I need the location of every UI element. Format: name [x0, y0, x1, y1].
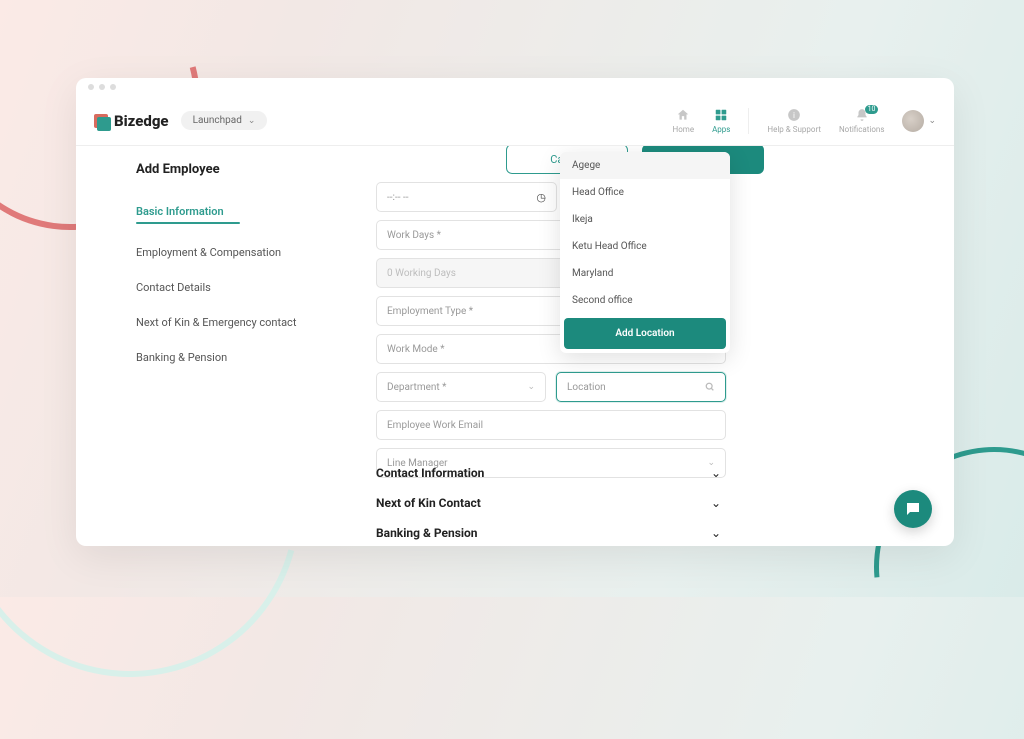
sidebar-item-label: Next of Kin & Emergency contact	[136, 316, 296, 329]
option-label: Ikeja	[572, 214, 593, 225]
field-value: --:-- --	[387, 192, 408, 203]
chevron-down-icon: ⌄	[711, 496, 721, 510]
nav-help[interactable]: i Help & Support	[767, 108, 821, 134]
search-icon	[705, 382, 715, 392]
sidebar-item-label: Banking & Pension	[136, 351, 227, 364]
section-title: Contact Information	[376, 466, 484, 480]
field-label: Employment Type *	[387, 306, 473, 317]
section-banking[interactable]: Banking & Pension ⌄	[376, 526, 741, 540]
field-label: Department *	[387, 382, 446, 393]
window-titlebar	[76, 78, 954, 96]
section-title: Banking & Pension	[376, 526, 478, 540]
content-area: Add Employee Basic Information Employmen…	[76, 146, 954, 546]
option-label: Agege	[572, 160, 600, 171]
field-label: Employee Work Email	[387, 420, 483, 431]
chevron-down-icon: ⌄	[711, 526, 721, 540]
nav-home[interactable]: Home	[673, 108, 695, 134]
nav-apps[interactable]: Apps	[712, 108, 730, 134]
sidebar-item-label: Contact Details	[136, 281, 211, 294]
nav-label: Apps	[712, 125, 730, 134]
sidebar-item-basic-info[interactable]: Basic Information	[136, 205, 360, 224]
sidebar-item-nok[interactable]: Next of Kin & Emergency contact	[136, 316, 360, 329]
profile-menu[interactable]: ⌄	[902, 110, 936, 132]
section-contact-info[interactable]: Contact Information ⌄	[376, 466, 741, 480]
field-label: Work Days *	[387, 230, 441, 241]
chevron-down-icon: ⌄	[928, 116, 936, 126]
option-label: Second office	[572, 295, 633, 306]
nav-label: Notifications	[839, 125, 884, 134]
launchpad-button[interactable]: Launchpad ⌄	[181, 111, 268, 130]
section-title: Next of Kin Contact	[376, 496, 481, 510]
brand-logo-icon	[94, 114, 108, 128]
sidebar-item-label: Employment & Compensation	[136, 246, 281, 259]
launchpad-label: Launchpad	[193, 115, 242, 126]
dropdown-option[interactable]: Maryland	[560, 260, 730, 287]
form-area: Cancel Save --:-- -- ◷ Work Days * 0 Wor…	[376, 146, 954, 546]
chevron-down-icon: ⌄	[527, 382, 535, 392]
location-dropdown: Agege Head Office Ikeja Ketu Head Office…	[560, 152, 730, 353]
work-email-field[interactable]: Employee Work Email	[376, 410, 726, 440]
nav-label: Help & Support	[767, 125, 821, 134]
window-dot	[110, 84, 116, 90]
dropdown-option[interactable]: Agege	[560, 152, 730, 179]
nav-label: Home	[673, 125, 695, 134]
apps-icon	[714, 108, 728, 122]
sidebar-item-employment[interactable]: Employment & Compensation	[136, 246, 360, 259]
field-value: 0 Working Days	[387, 268, 456, 279]
sidebar-item-contact[interactable]: Contact Details	[136, 281, 360, 294]
collapsible-sections: Contact Information ⌄ Next of Kin Contac…	[376, 460, 741, 540]
active-underline	[136, 222, 240, 224]
home-icon	[676, 108, 690, 122]
chat-fab[interactable]	[894, 490, 932, 528]
nav-separator	[748, 108, 749, 134]
option-label: Head Office	[572, 187, 624, 198]
location-field[interactable]: Location	[556, 372, 726, 402]
topbar: Bizedge Launchpad ⌄ Home Apps	[76, 96, 954, 146]
chat-icon	[904, 500, 922, 518]
nav-notifications[interactable]: 10 Notifications	[839, 108, 884, 134]
page-title: Add Employee	[136, 162, 360, 177]
clock-icon: ◷	[536, 191, 546, 204]
chevron-down-icon: ⌄	[711, 466, 721, 480]
dropdown-option[interactable]: Ketu Head Office	[560, 233, 730, 260]
info-icon: i	[787, 108, 801, 122]
app-window: Bizedge Launchpad ⌄ Home Apps	[76, 78, 954, 546]
department-field[interactable]: Department * ⌄	[376, 372, 546, 402]
dropdown-option[interactable]: Head Office	[560, 179, 730, 206]
button-label: Add Location	[615, 328, 674, 339]
window-dot	[99, 84, 105, 90]
brand-name: Bizedge	[114, 112, 169, 130]
add-location-button[interactable]: Add Location	[564, 318, 726, 349]
time-field[interactable]: --:-- -- ◷	[376, 182, 557, 212]
sidebar-item-banking[interactable]: Banking & Pension	[136, 351, 360, 364]
sidebar: Add Employee Basic Information Employmen…	[76, 146, 376, 546]
top-nav: Home Apps i Help & Support 10 Not	[673, 108, 936, 134]
field-label: Work Mode *	[387, 344, 445, 355]
sidebar-links: Basic Information Employment & Compensat…	[136, 205, 360, 364]
avatar	[902, 110, 924, 132]
dropdown-option[interactable]: Second office	[560, 287, 730, 314]
option-label: Maryland	[572, 268, 613, 279]
sidebar-item-label: Basic Information	[136, 205, 224, 218]
notification-badge: 10	[865, 105, 879, 114]
option-label: Ketu Head Office	[572, 241, 647, 252]
dropdown-option[interactable]: Ikeja	[560, 206, 730, 233]
section-next-of-kin[interactable]: Next of Kin Contact ⌄	[376, 496, 741, 510]
chevron-down-icon: ⌄	[248, 116, 256, 126]
brand[interactable]: Bizedge	[94, 112, 169, 130]
svg-text:i: i	[793, 109, 795, 119]
field-placeholder: Location	[567, 382, 606, 393]
window-dot	[88, 84, 94, 90]
